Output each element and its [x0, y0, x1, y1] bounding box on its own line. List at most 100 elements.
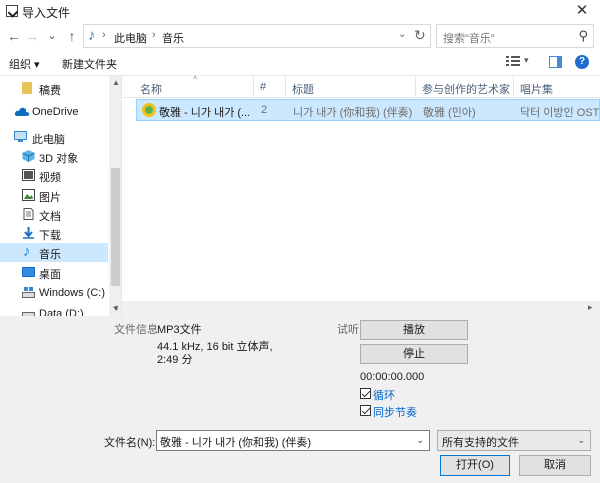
scroll-right-icon[interactable]: ▸ — [588, 302, 593, 313]
toolbar: 组织 ▾ 新建文件夹 ▾ ? — [0, 50, 600, 76]
filename-field[interactable]: 敬雅 - 니가 내가 (你和我) (伴奏) ⌄ — [156, 430, 430, 451]
sidebar-item-label: 稿费 — [39, 85, 61, 97]
sidebar-item-label: 文档 — [39, 211, 61, 223]
open-button[interactable]: 打开(O) — [440, 455, 510, 476]
close-icon[interactable]: ✕ — [570, 0, 594, 22]
documents-icon — [23, 208, 34, 220]
new-folder-button[interactable]: 新建文件夹 — [62, 56, 117, 72]
folder-icon — [22, 82, 32, 94]
sidebar-item-data-d[interactable]: Data (D:) — [0, 305, 108, 316]
scroll-left-icon[interactable]: ◂ — [113, 302, 118, 313]
breadcrumb-this-pc[interactable]: 此电脑 — [114, 30, 147, 46]
audio-file-icon — [142, 103, 156, 117]
search-input[interactable]: 搜索"音乐" — [443, 30, 495, 46]
sync-label[interactable]: 同步节奏 — [373, 404, 417, 420]
column-header-row: ^ 名称 # 标题 参与创作的艺术家 唱片集 — [123, 74, 600, 98]
sidebar-item-label: Data (D:) — [39, 308, 84, 316]
sort-ascending-icon: ^ — [193, 74, 198, 84]
column-header-name[interactable]: 名称 — [140, 81, 162, 97]
preview-pane-icon[interactable] — [549, 56, 562, 68]
sidebar-item-label: 下载 — [39, 230, 61, 242]
column-header-title[interactable]: 标题 — [292, 81, 314, 97]
stop-button[interactable]: 停止 — [360, 344, 468, 364]
recent-locations-button[interactable]: ⌄ — [44, 27, 60, 45]
sidebar-item-gaofei[interactable]: 稿费 — [0, 79, 108, 98]
file-track-number: 2 — [261, 104, 268, 116]
chevron-down-icon[interactable]: ⌄ — [416, 435, 424, 446]
window-title: 导入文件 — [22, 6, 71, 20]
refresh-icon[interactable]: ↻ — [414, 27, 426, 44]
loop-checkbox[interactable] — [360, 388, 371, 399]
search-box[interactable]: 搜索"音乐" ⚲ — [436, 24, 594, 48]
file-type-filter[interactable]: 所有支持的文件 ⌄ — [437, 430, 591, 451]
sidebar-item-label: OneDrive — [32, 106, 79, 118]
sidebar-item-windows-c[interactable]: Windows (C:) — [0, 284, 108, 303]
chevron-down-icon[interactable]: ⌄ — [577, 435, 585, 446]
file-title: 니가 내가 (你和我) (伴奏) — [293, 107, 413, 119]
sidebar-item-label: 此电脑 — [32, 134, 65, 146]
computer-icon — [14, 131, 27, 142]
breadcrumb-music[interactable]: 音乐 — [162, 30, 184, 46]
playback-time: 00:00:00.000 — [360, 371, 425, 383]
sidebar-item-this-pc[interactable]: 此电脑 — [0, 128, 108, 147]
help-icon[interactable]: ? — [575, 55, 589, 69]
column-header-artist[interactable]: 参与创作的艺术家 — [422, 81, 510, 97]
address-bar[interactable]: ♪ › 此电脑 › 音乐 ⌄ ↻ — [83, 24, 431, 48]
loop-label[interactable]: 循环 — [373, 387, 395, 403]
file-name: 敬雅 - 니가 내가 (... — [159, 107, 251, 119]
3d-objects-icon — [22, 150, 35, 162]
forward-button[interactable]: → — [24, 27, 40, 45]
filename-value: 敬雅 - 니가 내가 (你和我) (伴奏) — [160, 437, 312, 449]
column-divider[interactable] — [285, 76, 286, 98]
file-duration: 2:49 分 — [157, 354, 193, 366]
horizontal-scrollbar[interactable]: ◂ ▸ — [113, 301, 600, 316]
desktop-icon — [22, 267, 35, 277]
sidebar-item-label: 视频 — [39, 172, 61, 184]
scroll-up-icon[interactable]: ▲ — [112, 78, 120, 87]
preview-label: 试听 — [337, 324, 359, 336]
breadcrumb-separator: › — [102, 29, 106, 41]
sidebar-item-desktop[interactable]: 桌面 — [0, 263, 108, 282]
sidebar-scroll-thumb[interactable] — [111, 168, 120, 286]
organize-button[interactable]: 组织 ▾ — [9, 56, 40, 72]
app-icon — [6, 5, 18, 17]
sidebar-item-videos[interactable]: 视频 — [0, 166, 108, 185]
drive-icon — [22, 287, 35, 298]
sidebar-item-pictures[interactable]: 图片 — [0, 186, 108, 205]
sidebar-item-label: 3D 对象 — [39, 153, 79, 165]
play-button[interactable]: 播放 — [360, 320, 468, 340]
sidebar-item-downloads[interactable]: 下载 — [0, 224, 108, 243]
column-header-number[interactable]: # — [260, 81, 266, 93]
sidebar-item-label: Windows (C:) — [39, 287, 106, 299]
chevron-down-icon[interactable]: ⌄ — [398, 29, 406, 40]
search-icon[interactable]: ⚲ — [578, 28, 588, 44]
filename-label: 文件名(N): — [104, 437, 156, 449]
file-album: 닥터 이방인 OST - — [520, 107, 600, 119]
cloud-icon — [14, 107, 30, 116]
download-icon — [23, 227, 34, 239]
column-header-album[interactable]: 唱片集 — [520, 81, 553, 97]
file-type-value: 所有支持的文件 — [442, 437, 519, 449]
music-note-icon: ♪ — [88, 27, 96, 44]
breadcrumb-separator: › — [152, 29, 156, 41]
view-options-icon[interactable] — [506, 55, 520, 67]
file-row[interactable]: 敬雅 - 니가 내가 (... 2 니가 내가 (你和我) (伴奏) 敬雅 (민… — [136, 99, 600, 121]
navigation-bar: ← → ⌄ ↑ ♪ › 此电脑 › 音乐 ⌄ ↻ 搜索"音乐" ⚲ — [0, 22, 600, 50]
file-format: MP3文件 — [157, 324, 202, 336]
sidebar-item-label: 桌面 — [39, 269, 61, 281]
sidebar-item-documents[interactable]: 文档 — [0, 205, 108, 224]
column-divider[interactable] — [513, 76, 514, 98]
cancel-button[interactable]: 取消 — [519, 455, 591, 476]
chevron-down-icon[interactable]: ▾ — [524, 55, 529, 66]
drive-icon — [22, 312, 35, 316]
sync-checkbox[interactable] — [360, 405, 371, 416]
column-divider[interactable] — [415, 76, 416, 98]
navigation-pane: 稿费 OneDrive 此电脑 3D 对象 视频 图片 文档 下载 ♪ 音乐 桌… — [0, 76, 122, 316]
column-divider[interactable] — [253, 76, 254, 98]
sidebar-item-3d-objects[interactable]: 3D 对象 — [0, 147, 108, 166]
sidebar-item-onedrive[interactable]: OneDrive — [0, 103, 108, 122]
sidebar-item-music[interactable]: ♪ 音乐 — [0, 243, 108, 262]
music-icon: ♪ — [23, 243, 31, 260]
up-button[interactable]: ↑ — [64, 27, 80, 45]
back-button[interactable]: ← — [6, 27, 22, 45]
